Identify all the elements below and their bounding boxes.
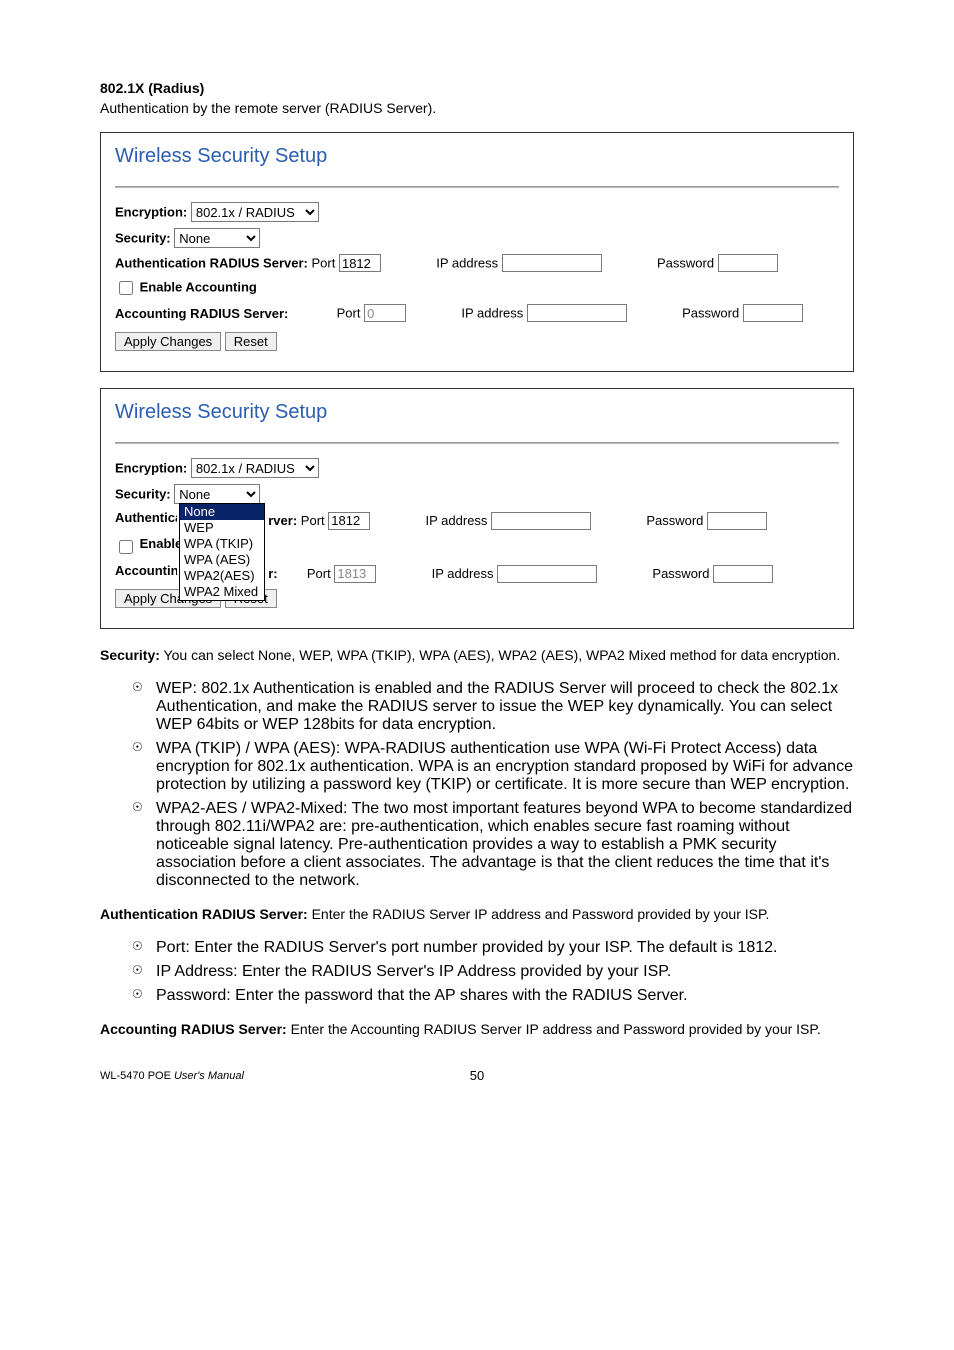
list-item: Port: Enter the RADIUS Server's port num… — [156, 939, 854, 957]
ip-label: IP address — [432, 566, 494, 581]
auth-port-input[interactable] — [328, 512, 370, 530]
wireless-security-panel-2: Wireless Security Setup Encryption: 802.… — [100, 388, 854, 629]
enable-accounting-checkbox[interactable] — [119, 281, 133, 295]
enable-accounting-checkbox[interactable] — [119, 540, 133, 554]
security-option[interactable]: None — [180, 504, 264, 520]
list-item: WEP: 802.1x Authentication is enabled an… — [156, 680, 854, 734]
port-label: Port — [301, 513, 325, 528]
security-option[interactable]: WPA (AES) — [180, 552, 264, 568]
security-label: Security: — [115, 487, 171, 502]
acct-port-input[interactable] — [364, 304, 406, 322]
security-option[interactable]: WEP — [180, 520, 264, 536]
auth-server-label-right: rver: — [268, 513, 297, 528]
acct-server-label-right: r: — [268, 566, 277, 581]
wireless-security-panel-1: Wireless Security Setup Encryption: 802.… — [100, 132, 854, 372]
password-label: Password — [652, 566, 709, 581]
security-select[interactable]: None — [174, 228, 260, 248]
panel-title: Wireless Security Setup — [115, 143, 839, 176]
password-label: Password — [682, 306, 739, 321]
list-item: IP Address: Enter the RADIUS Server's IP… — [156, 963, 854, 981]
encryption-select[interactable]: 802.1x / RADIUS — [191, 458, 319, 478]
acct-server-description: Accounting RADIUS Server: Enter the Acco… — [100, 1019, 854, 1040]
enable-accounting-label-trunc: Enable — [140, 536, 181, 551]
page-footer: WL-5470 POE User's Manual 50 — [100, 1070, 854, 1083]
ip-label: IP address — [461, 306, 523, 321]
auth-pwd-input[interactable] — [707, 512, 767, 530]
section-subtitle: Authentication by the remote server (RAD… — [100, 100, 854, 116]
auth-port-input[interactable] — [339, 254, 381, 272]
auth-pwd-input[interactable] — [718, 254, 778, 272]
encryption-methods-list: WEP: 802.1x Authentication is enabled an… — [100, 680, 854, 890]
auth-server-description: Authentication RADIUS Server: Enter the … — [100, 904, 854, 925]
encryption-select[interactable]: 802.1x / RADIUS — [191, 202, 319, 222]
acct-server-label: Accounting RADIUS Server: — [115, 306, 333, 321]
acct-pwd-input[interactable] — [713, 565, 773, 583]
encryption-label: Encryption: — [115, 205, 187, 220]
port-label: Port — [312, 256, 336, 271]
acct-pwd-input[interactable] — [743, 304, 803, 322]
list-item: WPA2-AES / WPA2-Mixed: The two most impo… — [156, 800, 854, 890]
enable-accounting-label: Enable Accounting — [140, 279, 257, 294]
ip-label: IP address — [426, 513, 488, 528]
apply-changes-button[interactable]: Apply Changes — [115, 332, 221, 351]
acct-port-input[interactable] — [334, 565, 376, 583]
acct-ip-input[interactable] — [527, 304, 627, 322]
password-label: Password — [646, 513, 703, 528]
auth-ip-input[interactable] — [502, 254, 602, 272]
list-item: WPA (TKIP) / WPA (AES): WPA-RADIUS authe… — [156, 740, 854, 794]
auth-server-label-trunc: Authentica — [115, 510, 177, 525]
list-item: Password: Enter the password that the AP… — [156, 987, 854, 1005]
section-heading: 802.1X (Radius) — [100, 80, 854, 96]
divider — [115, 186, 839, 188]
port-label: Port — [307, 566, 331, 581]
security-dropdown-open[interactable]: NoneWEPWPA (TKIP)WPA (AES)WPA2(AES)WPA2 … — [179, 503, 265, 601]
port-label: Port — [337, 306, 361, 321]
auth-ip-input[interactable] — [491, 512, 591, 530]
security-description: Security: You can select None, WEP, WPA … — [100, 645, 854, 666]
acct-ip-input[interactable] — [497, 565, 597, 583]
divider — [115, 442, 839, 444]
encryption-label: Encryption: — [115, 461, 187, 476]
auth-server-label: Authentication RADIUS Server: — [115, 256, 308, 271]
reset-button[interactable]: Reset — [225, 332, 277, 351]
security-option[interactable]: WPA2 Mixed — [180, 584, 264, 600]
security-option[interactable]: WPA2(AES) — [180, 568, 264, 584]
security-select[interactable]: None — [174, 484, 260, 504]
acct-server-label-trunc: Accountin — [115, 563, 177, 578]
ip-label: IP address — [436, 256, 498, 271]
password-label: Password — [657, 256, 714, 271]
security-option[interactable]: WPA (TKIP) — [180, 536, 264, 552]
security-label: Security: — [115, 231, 171, 246]
panel-title: Wireless Security Setup — [115, 399, 839, 432]
auth-server-params-list: Port: Enter the RADIUS Server's port num… — [100, 939, 854, 1005]
